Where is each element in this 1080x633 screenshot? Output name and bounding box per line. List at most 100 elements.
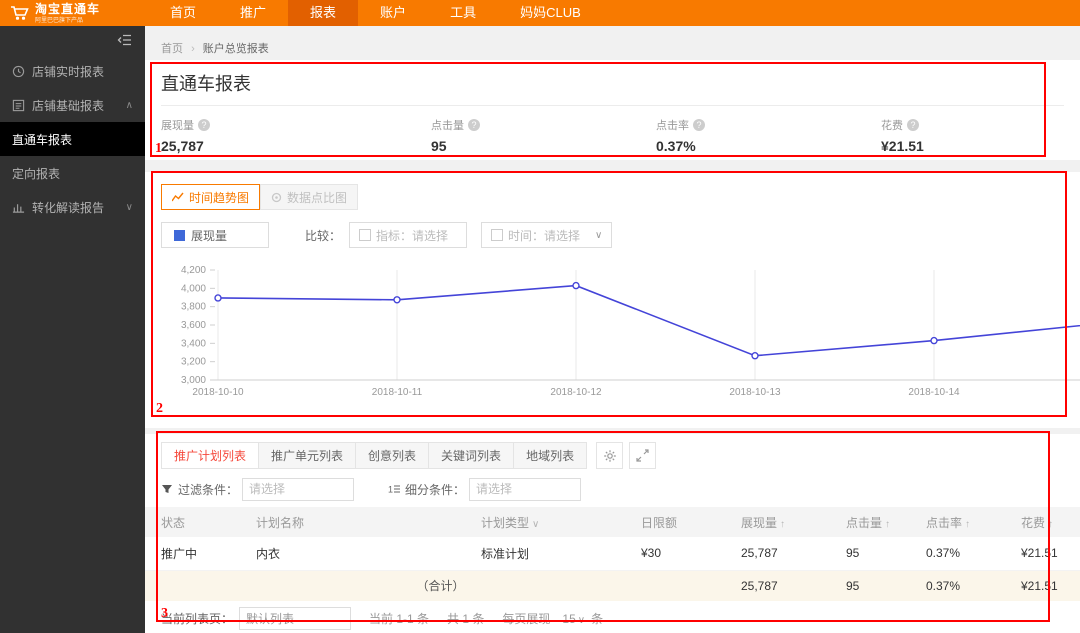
- table-footer: 当前列表页： 当前 1-1 条 共 1 条 每页展现 15∨ 条: [161, 607, 1064, 630]
- col-ctr[interactable]: 点击率 ↑: [910, 507, 1005, 537]
- sidebar-item-store-realtime-report[interactable]: 店铺实时报表: [0, 54, 145, 88]
- sidebar-item-conversion-report[interactable]: 转化解读报告 ∨: [0, 190, 145, 224]
- svg-text:3,400: 3,400: [181, 338, 206, 349]
- col-status: 状态: [145, 507, 240, 537]
- segment-label: 细分条件：: [405, 482, 466, 497]
- segment-select[interactable]: [469, 477, 582, 501]
- cell-cost: ¥21.51: [1005, 537, 1080, 571]
- clock-icon: [12, 65, 25, 77]
- expand-icon: [636, 449, 649, 462]
- scatter-icon: [271, 192, 282, 202]
- cell-status: 推广中: [145, 537, 240, 571]
- compare-metric-select[interactable]: 指标：请选择: [349, 222, 468, 248]
- sidebar-item-ztc-report[interactable]: 直通车报表: [0, 122, 145, 156]
- summary-ctr: 0.37%: [910, 570, 1005, 601]
- stat-cost: 花费? ¥21.51: [881, 117, 924, 154]
- col-cost[interactable]: 花费 ↑: [1005, 507, 1080, 537]
- chevron-down-icon: ∨: [125, 201, 133, 213]
- tab-data-compare[interactable]: 数据点比图: [260, 184, 359, 210]
- nav-tools[interactable]: 工具: [428, 0, 498, 26]
- col-clicks[interactable]: 点击量 ↑: [830, 507, 910, 537]
- help-icon[interactable]: ?: [198, 119, 210, 131]
- per-page-unit: 条: [591, 612, 604, 626]
- sidebar-item-label: 店铺基础报表: [32, 98, 105, 113]
- list-page-label: 当前列表页：: [161, 612, 234, 626]
- tab-adgroup-list[interactable]: 推广单元列表: [258, 442, 357, 469]
- stats-row: 展现量? 25,787 点击量? 95 点击率? 0.37% 花费? ¥21.5…: [161, 106, 1064, 154]
- sidebar-item-store-basic-report[interactable]: 店铺基础报表 ∧: [0, 88, 145, 122]
- series-selector[interactable]: 展现量: [161, 222, 269, 248]
- gear-icon: [603, 449, 616, 462]
- nav-reports[interactable]: 报表: [288, 0, 359, 26]
- svg-text:2018-10-11: 2018-10-11: [372, 387, 423, 398]
- sidebar-item-label: 店铺实时报表: [32, 64, 105, 79]
- app-logo[interactable]: 淘宝直通车 阿里巴巴旗下产品: [0, 0, 148, 26]
- settings-button[interactable]: [596, 442, 624, 469]
- cell-daily-budget: ¥30: [625, 537, 725, 571]
- filter-select[interactable]: [242, 477, 355, 501]
- series-label: 展现量: [191, 228, 228, 243]
- cell-plan-type: 标准计划: [465, 537, 625, 571]
- logo-text: 淘宝直通车 阿里巴巴旗下产品: [35, 3, 100, 24]
- cell-impressions: 25,787: [725, 537, 830, 571]
- breadcrumb-current: 账户总览报表: [202, 43, 269, 55]
- svg-text:4,000: 4,000: [181, 283, 206, 294]
- series-color-swatch: [174, 229, 185, 241]
- nav-mama-club[interactable]: 妈妈CLUB: [498, 0, 603, 26]
- logo-title: 淘宝直通车: [35, 1, 101, 16]
- breadcrumb-home[interactable]: 首页: [161, 43, 183, 55]
- breadcrumb: 首页 › 账户总览报表: [145, 26, 1080, 56]
- tab-creative-list[interactable]: 创意列表: [355, 442, 430, 469]
- stat-label: 点击率: [656, 120, 689, 132]
- tab-keyword-list[interactable]: 关键词列表: [428, 442, 515, 469]
- nav-home[interactable]: 首页: [148, 0, 218, 26]
- caret-down-icon: ∨: [595, 229, 603, 241]
- svg-text:4,200: 4,200: [181, 265, 206, 276]
- sidebar-item-targeting-report[interactable]: 定向报表: [0, 156, 145, 190]
- nav-account[interactable]: 账户: [358, 0, 428, 26]
- stat-value: 0.37%: [656, 138, 696, 154]
- list-select[interactable]: [239, 607, 352, 630]
- stat-label: 点击量: [431, 120, 464, 132]
- bar-chart-icon: [12, 203, 25, 213]
- per-page-select[interactable]: 15 ∨: [562, 612, 585, 626]
- stat-label: 展现量: [161, 120, 194, 132]
- overview-card: 直通车报表 展现量? 25,787 点击量? 95 点击率? 0.37% 花费?…: [145, 60, 1080, 160]
- cell-clicks: 95: [830, 537, 910, 571]
- range-text: 当前 1-1 条: [369, 612, 430, 626]
- funnel-icon: [162, 485, 172, 493]
- col-impressions[interactable]: 展现量 ↑: [725, 507, 830, 537]
- summary-cost: ¥21.51: [1005, 570, 1080, 601]
- help-icon[interactable]: ?: [907, 119, 919, 131]
- tab-region-list[interactable]: 地域列表: [513, 442, 588, 469]
- compare-label: 比较：: [305, 228, 342, 243]
- sidebar-collapse-icon[interactable]: [117, 34, 132, 46]
- line-chart-icon: [172, 192, 184, 202]
- svg-text:1: 1: [388, 485, 393, 495]
- nav-promotion[interactable]: 推广: [218, 0, 288, 26]
- sort-up-icon: ↑: [780, 518, 786, 530]
- logo-subtitle: 阿里巴巴旗下产品: [35, 17, 84, 24]
- checkbox-icon[interactable]: [359, 229, 372, 241]
- tab-time-trend[interactable]: 时间趋势图: [161, 184, 261, 210]
- summary-impressions: 25,787: [725, 570, 830, 601]
- stat-value: ¥21.51: [881, 138, 924, 154]
- checkbox-icon[interactable]: [491, 229, 504, 241]
- help-icon[interactable]: ?: [468, 119, 480, 131]
- tab-campaign-list[interactable]: 推广计划列表: [161, 442, 260, 469]
- fullscreen-button[interactable]: [629, 442, 657, 469]
- sidebar-item-label: 定向报表: [12, 166, 61, 181]
- col-plan-type[interactable]: 计划类型 ∨: [465, 507, 625, 537]
- sort-up-icon: ↑: [1048, 518, 1054, 530]
- table-tabs: 推广计划列表 推广单元列表 创意列表 关键词列表 地域列表: [161, 442, 1080, 469]
- chevron-right-icon: ›: [191, 43, 195, 55]
- time-placeholder: 时间：请选择: [508, 228, 581, 243]
- svg-text:2018-10-14: 2018-10-14: [908, 387, 960, 398]
- table-card: 推广计划列表 推广单元列表 创意列表 关键词列表 地域列表 过滤条件： 1: [145, 434, 1080, 633]
- help-icon[interactable]: ?: [693, 119, 705, 131]
- svg-text:3,000: 3,000: [181, 375, 206, 386]
- summary-row: （合计） 25,787 95 0.37% ¥21.51: [145, 570, 1080, 601]
- stat-value: 95: [431, 138, 447, 154]
- compare-time-select[interactable]: 时间：请选择 ∨: [481, 222, 613, 248]
- sidebar: 店铺实时报表 店铺基础报表 ∧ 直通车报表 定向报表 转化解读报告 ∨: [0, 26, 145, 633]
